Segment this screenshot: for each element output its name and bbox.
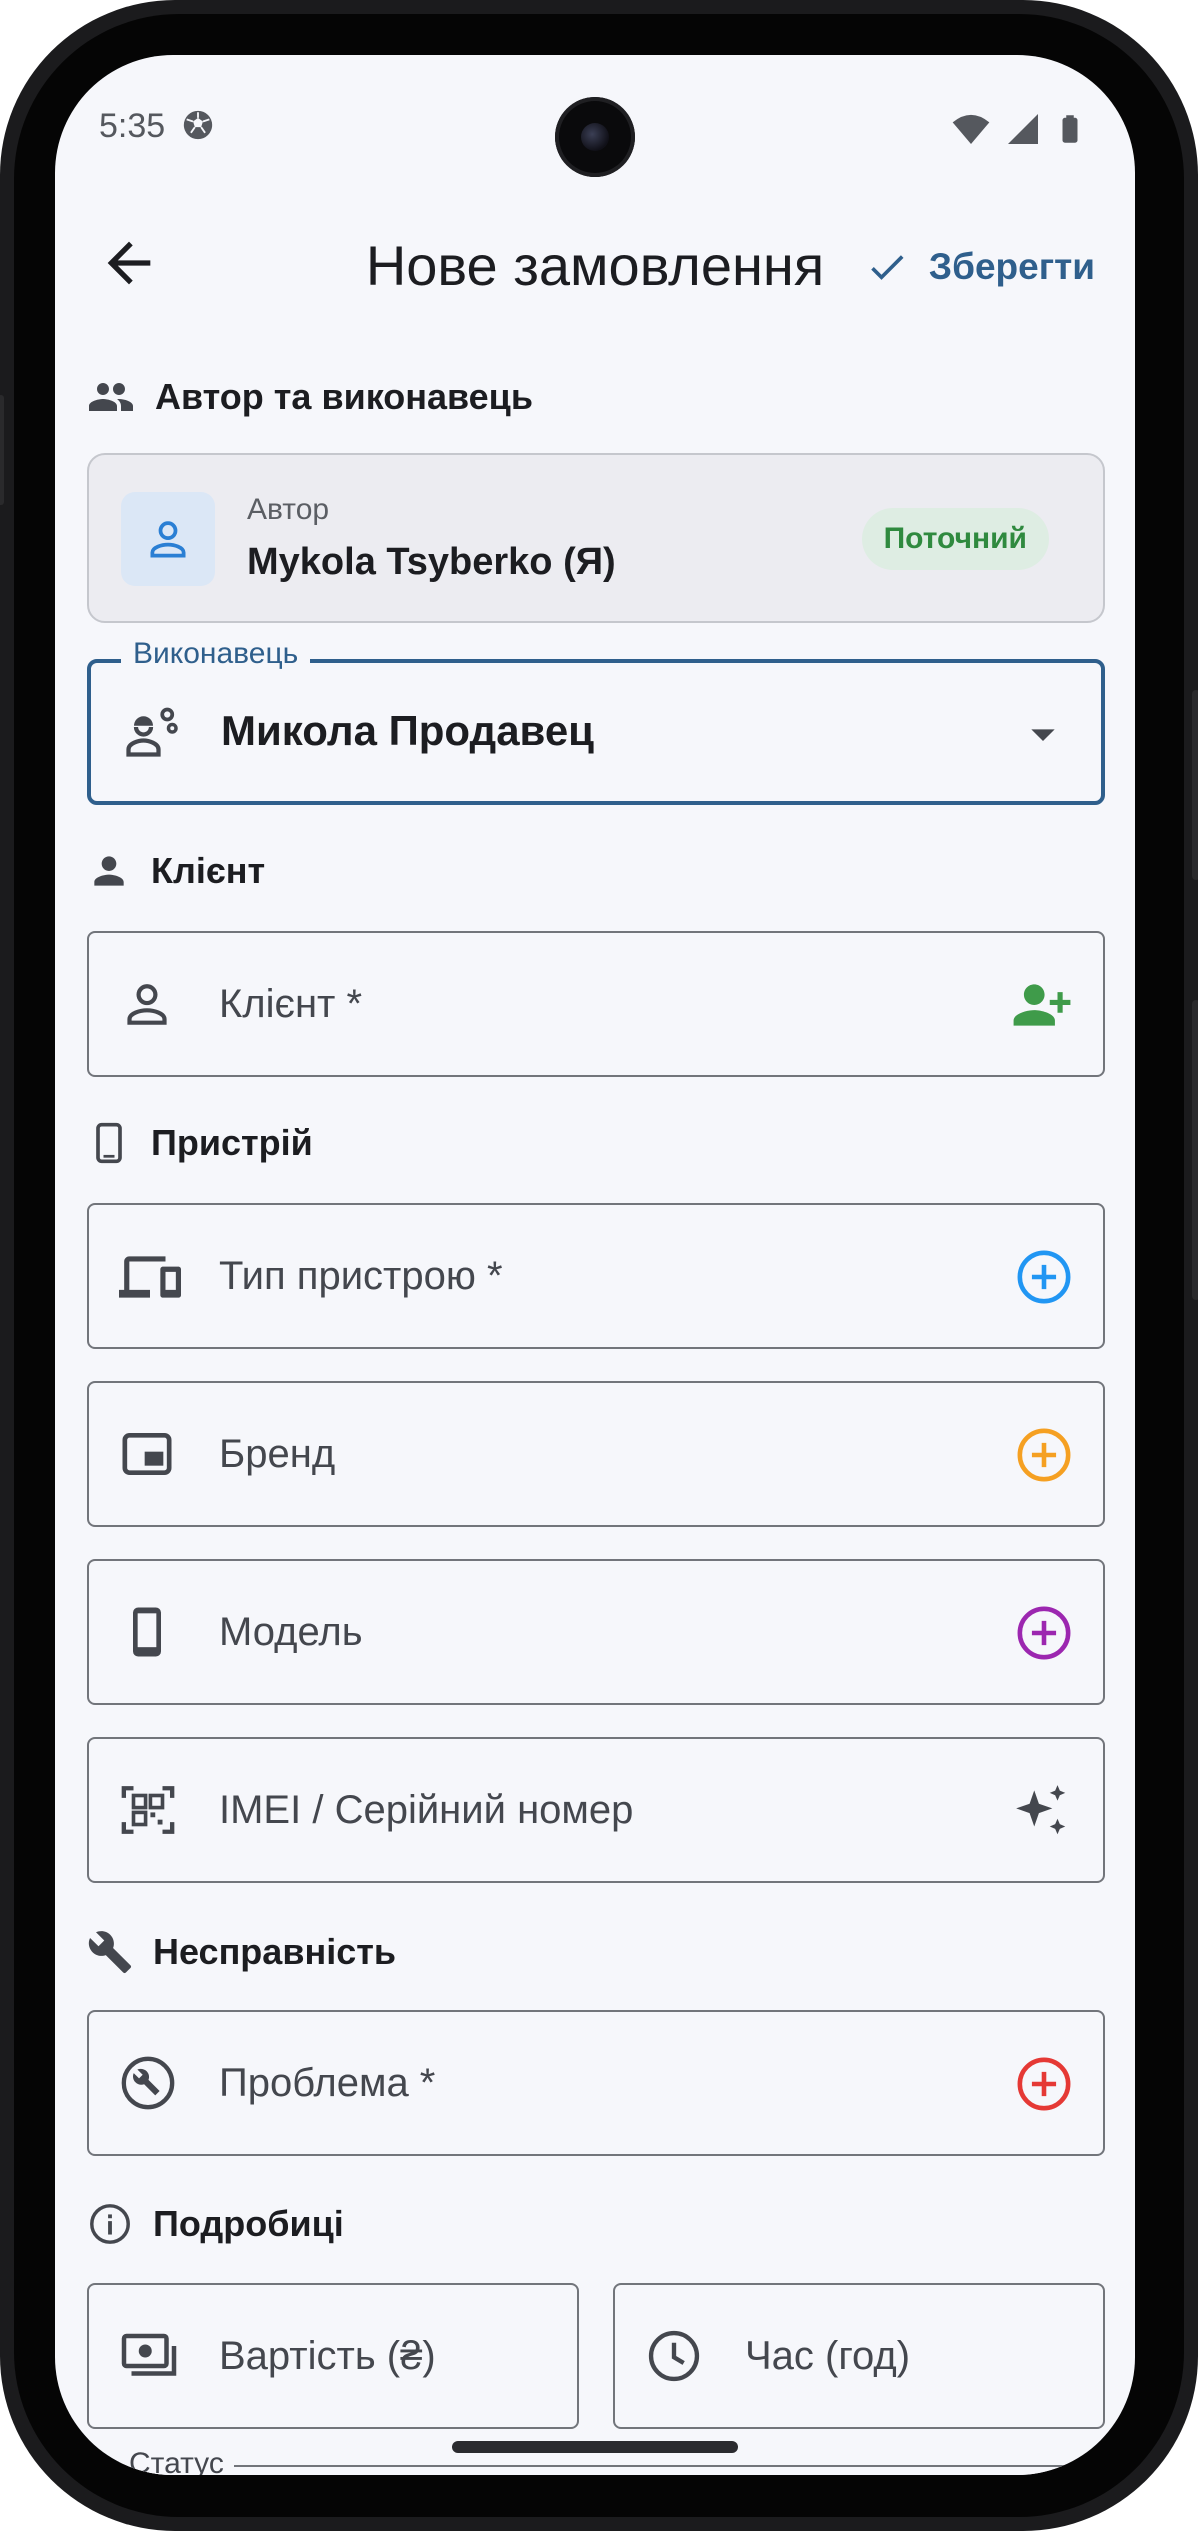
status-label: Статус [119,2447,234,2475]
signal-icon [1008,114,1038,144]
person-icon [94,856,124,886]
section-fault: Несправність [87,1929,396,1975]
smartphone-icon [133,1607,161,1657]
front-camera [555,97,635,177]
home-indicator[interactable] [452,2441,738,2453]
dropdown-arrow-icon [1031,729,1055,741]
model-field[interactable]: Модель [87,1559,1105,1705]
author-name: Mykola Tsyberko (Я) [247,541,616,583]
add-circle-icon[interactable] [1015,1604,1073,1662]
save-button-label: Зберегти [928,246,1095,287]
section-title: Автор та виконавець [155,376,533,417]
cost-placeholder: Вартість (₴) [219,2334,436,2378]
device-type-field[interactable]: Тип пристрою * [87,1203,1105,1349]
clock-icon [648,2330,700,2382]
section-device: Пристрій [87,1121,313,1165]
engineer-icon [126,707,178,757]
auto-awesome-icon[interactable] [1011,1780,1073,1842]
person-outline-icon [150,521,186,558]
phone-icon [96,1122,122,1164]
section-title: Пристрій [151,1122,313,1163]
problem-field[interactable]: Проблема * [87,2010,1105,2156]
brand-icon [122,1433,172,1475]
author-card: Автор Mykola Tsyberko (Я) Поточний [87,453,1105,623]
person-outline-icon [127,984,167,1025]
app-screen: 5:35 Нове замовлення Зберегти Автор та в… [55,55,1135,2475]
client-field[interactable]: Клієнт * [87,931,1105,1077]
payments-icon [121,2333,177,2376]
section-details: Подробиці [87,2201,344,2247]
executor-value: Микола Продавец [221,707,594,754]
section-title: Клієнт [151,850,266,891]
info-icon [90,2204,130,2244]
add-circle-icon[interactable] [1015,2055,1073,2113]
person-add-icon[interactable] [1011,974,1073,1036]
brand-field[interactable]: Бренд [87,1381,1105,1527]
client-placeholder: Клієнт * [219,982,363,1026]
battery-icon [1062,115,1078,143]
side-button-top [1192,690,1198,880]
brand-placeholder: Бренд [219,1432,336,1476]
add-circle-icon[interactable] [1015,1248,1073,1306]
section-client: Клієнт [87,849,265,893]
phone-frame: 5:35 Нове замовлення Зберегти Автор та в… [0,0,1198,2531]
wifi-icon [952,114,990,144]
status-icons [951,109,1085,149]
save-button[interactable]: Зберегти [865,245,1095,289]
time-field[interactable]: Час (год) [613,2283,1105,2429]
devices-icon [119,1256,181,1298]
section-title: Несправність [153,1931,396,1972]
time-placeholder: Час (год) [745,2334,911,2378]
problem-placeholder: Проблема * [219,2061,436,2105]
qr-code-scanner-icon [121,1786,175,1834]
section-author-executor: Автор та виконавець [87,373,533,421]
executor-dropdown[interactable]: Виконавець Микола Продавец [87,637,1105,805]
check-icon [871,255,904,280]
avatar [121,492,215,586]
people-icon [89,383,133,411]
current-badge: Поточний [861,508,1049,570]
build-circle-icon [121,2056,175,2110]
section-title: Подробиці [153,2203,344,2244]
add-circle-icon[interactable] [1015,1426,1073,1484]
author-label: Автор [247,493,330,526]
imei-field[interactable]: IMEI / Серійний номер [87,1737,1105,1883]
executor-label: Виконавець [121,637,311,671]
soccer-ball-icon [181,108,215,142]
wrench-icon [88,1931,132,1974]
imei-placeholder: IMEI / Серійний номер [219,1788,634,1832]
device-type-placeholder: Тип пристрою * [219,1254,503,1298]
status-time: 5:35 [99,107,215,146]
model-placeholder: Модель [219,1610,363,1654]
left-button [0,395,4,505]
cost-field[interactable]: Вартість (₴) [87,2283,579,2429]
status-dropdown[interactable]: Статус [87,2447,1105,2475]
side-button-bottom [1192,1000,1198,1300]
